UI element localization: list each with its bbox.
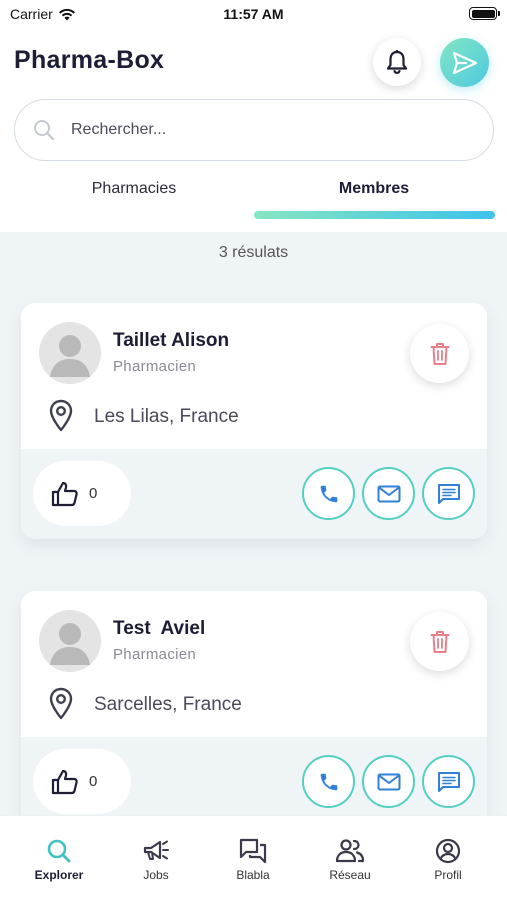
- phone-icon: [320, 773, 337, 790]
- call-button[interactable]: [302, 467, 355, 520]
- notifications-button[interactable]: [373, 38, 421, 86]
- like-button[interactable]: 0: [33, 749, 131, 814]
- thumbs-up-icon: [51, 769, 78, 794]
- battery-icon: [469, 7, 500, 20]
- member-location: Les Lilas, France: [94, 406, 239, 427]
- chat-icon: [437, 771, 460, 792]
- bell-icon: [386, 49, 408, 74]
- email-button[interactable]: [362, 467, 415, 520]
- nav-blabla[interactable]: Blabla: [208, 838, 298, 882]
- tab-bar: Pharmacies Membres: [0, 170, 507, 220]
- call-button[interactable]: [302, 755, 355, 808]
- search-icon: [34, 120, 55, 141]
- member-card[interactable]: Taillet Alison Pharmacien Les Lilas, Fra…: [21, 303, 487, 539]
- delete-member-button[interactable]: [410, 324, 469, 383]
- search-icon: [47, 839, 71, 863]
- location-pin-icon: [49, 399, 73, 432]
- search-bar[interactable]: [14, 99, 494, 161]
- profile-icon: [435, 838, 461, 864]
- member-name: Test Aviel: [113, 618, 206, 639]
- like-count: 0: [89, 773, 98, 790]
- member-card-actions: 0: [21, 737, 487, 815]
- tab-pharmacies[interactable]: Pharmacies: [14, 180, 254, 198]
- like-button[interactable]: 0: [33, 461, 131, 526]
- email-button[interactable]: [362, 755, 415, 808]
- app-title: Pharma-Box: [14, 46, 165, 74]
- bottom-navigation: Explorer Jobs Blabla Réseau Profil: [0, 815, 507, 900]
- status-time: 11:57 AM: [223, 6, 284, 22]
- message-button[interactable]: [422, 467, 475, 520]
- send-icon: [452, 51, 477, 74]
- location-pin-icon: [49, 687, 73, 720]
- member-name: Taillet Alison: [113, 330, 230, 351]
- member-card-actions: 0: [21, 449, 487, 539]
- thumbs-up-icon: [51, 481, 78, 506]
- mail-icon: [377, 485, 400, 502]
- nav-label: Profil: [434, 868, 462, 882]
- nav-label: Jobs: [143, 868, 169, 882]
- megaphone-icon: [143, 840, 169, 860]
- member-card-body: Taillet Alison Pharmacien Les Lilas, Fra…: [21, 303, 487, 449]
- nav-explorer[interactable]: Explorer: [14, 838, 104, 882]
- member-location: Sarcelles, France: [94, 694, 242, 715]
- member-card-body: Test Aviel Pharmacien Sarcelles, France: [21, 591, 487, 737]
- mail-icon: [377, 773, 400, 790]
- nav-label: Réseau: [329, 868, 371, 882]
- phone-icon: [320, 485, 337, 502]
- nav-jobs[interactable]: Jobs: [111, 838, 201, 882]
- message-button[interactable]: [422, 755, 475, 808]
- like-count: 0: [89, 485, 98, 502]
- nav-reseau[interactable]: Réseau: [305, 838, 395, 882]
- delete-member-button[interactable]: [410, 612, 469, 671]
- avatar: [39, 322, 101, 384]
- nav-label: Blabla: [236, 868, 270, 882]
- network-icon: [335, 839, 365, 863]
- trash-icon: [430, 342, 449, 365]
- nav-profil[interactable]: Profil: [403, 838, 493, 882]
- tab-membres[interactable]: Membres: [254, 180, 494, 198]
- search-input[interactable]: [71, 121, 451, 139]
- nav-label: Explorer: [34, 868, 84, 882]
- active-tab-indicator: [254, 211, 495, 219]
- send-message-button[interactable]: [440, 38, 489, 87]
- members-list[interactable]: 3 résulats Taillet Alison Pharmacien Les…: [0, 232, 507, 815]
- avatar: [39, 610, 101, 672]
- chat-icon: [437, 483, 460, 504]
- member-role: Pharmacien: [113, 646, 197, 663]
- member-card[interactable]: Test Aviel Pharmacien Sarcelles, France: [21, 591, 487, 815]
- status-bar: Carrier 11:57 AM: [0, 0, 507, 30]
- trash-icon: [430, 630, 449, 653]
- results-count: 3 résulats: [218, 244, 289, 261]
- member-role: Pharmacien: [113, 358, 197, 375]
- chat-icon: [239, 838, 267, 864]
